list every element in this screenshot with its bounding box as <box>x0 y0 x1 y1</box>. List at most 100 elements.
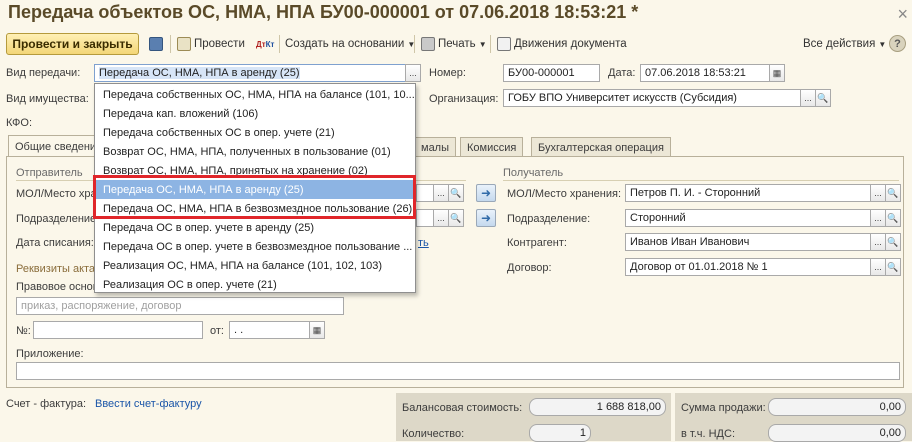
transfer-type-value: Передача ОС, НМА, НПА в аренду (25) <box>99 67 300 79</box>
create-based-on-button[interactable]: Создать на основании ▼ <box>285 35 415 53</box>
attachment-label: Приложение: <box>16 348 84 360</box>
toolbar-divider <box>490 35 491 53</box>
receiver-dept-choose-button[interactable]: ... <box>870 209 886 227</box>
balance-value-field: 1 688 818,00 <box>529 398 666 416</box>
organization-field[interactable]: ГОБУ ВПО Университет искусств (Субсидия) <box>503 89 801 107</box>
quantity-field: 1 <box>529 424 591 442</box>
save-button[interactable] <box>149 35 163 53</box>
receiver-dept-field[interactable]: Сторонний <box>625 209 871 227</box>
all-actions-label: Все действия <box>803 38 876 50</box>
contract-choose-button[interactable]: ... <box>870 258 886 276</box>
writeoff-date-label: Дата списания: <box>16 237 94 249</box>
toolbar-divider <box>170 35 171 53</box>
chevron-down-icon: ▼ <box>878 39 887 49</box>
number-label: Номер: <box>429 67 466 79</box>
sender-mol-field[interactable] <box>416 184 434 202</box>
contract-label: Договор: <box>507 262 552 274</box>
dropdown-item[interactable]: Передача собственных ОС в опер. учете (2… <box>96 123 414 142</box>
post-button[interactable]: Провести <box>177 35 245 53</box>
red-highlight-box <box>93 175 416 219</box>
kfo-label: КФО: <box>6 117 33 129</box>
dropdown-item[interactable]: Возврат ОС, НМА, НПА, полученных в польз… <box>96 142 414 161</box>
print-button-label: Печать <box>438 38 476 50</box>
quantity-label: Количество: <box>402 428 465 440</box>
tab-commission[interactable]: Комиссия <box>460 137 524 157</box>
organization-choose-button[interactable]: ... <box>800 89 816 107</box>
print-icon <box>421 37 435 51</box>
print-button[interactable]: Печать ▼ <box>421 35 487 53</box>
transfer-type-field[interactable]: Передача ОС, НМА, НПА в аренду (25) <box>94 64 406 82</box>
movements-icon <box>497 37 511 51</box>
tab-accounting-operation[interactable]: Бухгалтерская операция <box>531 137 671 157</box>
help-button[interactable]: ? <box>889 35 906 52</box>
toolbar-divider <box>279 35 280 53</box>
balance-value-label: Балансовая стоимость: <box>402 402 523 414</box>
search-icon[interactable]: 🔍 <box>885 233 901 251</box>
document-movements-label: Движения документа <box>514 38 627 50</box>
search-icon[interactable]: 🔍 <box>448 184 464 202</box>
search-icon[interactable]: 🔍 <box>885 184 901 202</box>
dropdown-item[interactable]: Реализация ОС, НМА, НПА на балансе (101,… <box>96 256 414 275</box>
contractor-label: Контрагент: <box>507 237 567 249</box>
transfer-type-label: Вид передачи: <box>6 67 81 79</box>
dropdown-item[interactable]: Реализация ОС в опер. учете (21) <box>96 275 414 294</box>
search-icon[interactable]: 🔍 <box>885 209 901 227</box>
number-field[interactable]: БУ00-000001 <box>503 64 600 82</box>
all-actions-button[interactable]: Все действия ▼ <box>803 35 886 53</box>
sale-sum-field: 0,00 <box>768 398 906 416</box>
search-icon[interactable]: 🔍 <box>815 89 831 107</box>
act-number-field[interactable] <box>33 321 203 339</box>
receiver-dept-label: Подразделение: <box>507 213 591 225</box>
enter-invoice-link[interactable]: Ввести счет-фактуру <box>95 398 202 410</box>
vat-field: 0,00 <box>768 424 906 442</box>
vat-label: в т.ч. НДС: <box>681 428 736 440</box>
act-from-label: от: <box>210 325 224 337</box>
organization-label: Организация: <box>429 93 499 105</box>
post-button-label: Провести <box>194 38 245 50</box>
sender-mol-choose-button[interactable]: ... <box>433 184 449 202</box>
sender-group-title: Отправитель <box>16 167 83 179</box>
calendar-icon[interactable]: ▦ <box>769 64 785 82</box>
receiver-mol-choose-button[interactable]: ... <box>870 184 886 202</box>
property-type-label: Вид имущества: <box>6 93 89 105</box>
divider <box>503 180 899 181</box>
dropdown-item[interactable]: Передача ОС в опер. учете в безвозмездно… <box>96 237 414 256</box>
legal-basis-field[interactable]: приказ, распоряжение, договор <box>16 297 344 315</box>
sender-dept-choose-button[interactable]: ... <box>433 209 449 227</box>
post-and-close-button[interactable]: Провести и закрыть <box>6 33 139 55</box>
attachment-field[interactable] <box>16 362 900 380</box>
save-icon <box>149 37 163 51</box>
writeoff-link[interactable]: ть <box>418 237 429 249</box>
date-field[interactable]: 07.06.2018 18:53:21 <box>640 64 770 82</box>
tab-materials[interactable]: малы <box>414 137 456 157</box>
act-date-field[interactable]: . . <box>229 321 311 339</box>
dt-kt-icon: ДтКт <box>256 39 275 49</box>
calendar-icon[interactable]: ▦ <box>309 321 325 339</box>
contractor-field[interactable]: Иванов Иван Иванович <box>625 233 871 251</box>
transfer-type-choose-button[interactable]: ... <box>405 64 421 82</box>
dropdown-item[interactable]: Передача ОС в опер. учете в аренду (25) <box>96 218 414 237</box>
chevron-down-icon: ▼ <box>478 39 487 49</box>
sale-sum-label: Сумма продажи: <box>681 402 766 414</box>
date-label: Дата: <box>608 67 636 79</box>
toolbar-divider <box>414 35 415 53</box>
arrow-right-icon[interactable]: ➜ <box>476 209 496 227</box>
sender-dept-field[interactable] <box>416 209 434 227</box>
close-icon[interactable]: × <box>897 4 908 25</box>
contract-field[interactable]: Договор от 01.01.2018 № 1 <box>625 258 871 276</box>
search-icon[interactable]: 🔍 <box>885 258 901 276</box>
sender-dept-label: Подразделение: <box>16 213 100 225</box>
contractor-choose-button[interactable]: ... <box>870 233 886 251</box>
invoice-label: Счет - фактура: <box>6 398 87 410</box>
document-movements-button[interactable]: Движения документа <box>497 35 627 53</box>
act-group-title: Реквизиты акта <box>16 263 96 275</box>
receiver-mol-field[interactable]: Петров П. И. - Сторонний <box>625 184 871 202</box>
create-based-on-label: Создать на основании <box>285 38 405 50</box>
dropdown-item[interactable]: Передача кап. вложений (106) <box>96 104 414 123</box>
arrow-right-icon[interactable]: ➜ <box>476 184 496 202</box>
receiver-mol-label: МОЛ/Место хранения: <box>507 188 622 200</box>
dropdown-item[interactable]: Передача собственных ОС, НМА, НПА на бал… <box>96 85 414 104</box>
dt-kt-button[interactable]: ДтКт <box>256 35 274 53</box>
post-icon <box>177 37 191 51</box>
search-icon[interactable]: 🔍 <box>448 209 464 227</box>
